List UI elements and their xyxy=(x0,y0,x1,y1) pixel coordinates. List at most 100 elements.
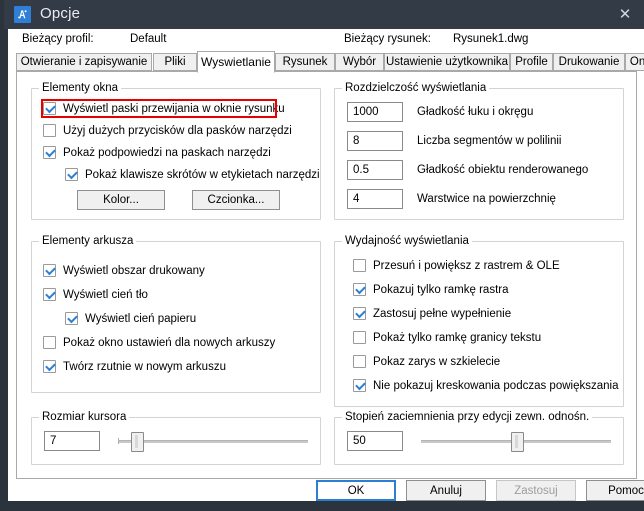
tab-online[interactable]: Online xyxy=(625,53,644,71)
tab-ustawienie-uzytkownika[interactable]: Ustawienie użytkownika xyxy=(384,53,510,71)
checkbox-label: Pokaż podpowiedzi na paskach narzędzi xyxy=(63,146,271,159)
dialog-footer: OK Anuluj Zastosuj Pomoc xyxy=(8,479,644,501)
checkbox-pan-zoom-with-raster-ole[interactable]: Przesuń i powiększ z rastrem & OLE xyxy=(353,259,560,272)
checkbox-draw-hatch-while-zooming[interactable]: Nie pokazuj kreskowania podczas powiększ… xyxy=(353,379,618,392)
checkbox-box[interactable] xyxy=(353,379,366,392)
rendered-object-smoothness-label: Gładkość obiektu renderowanego xyxy=(417,164,589,176)
checkbox-box[interactable] xyxy=(43,124,56,137)
checkbox-label: Wyświetl cień papieru xyxy=(85,312,197,325)
slider-thumb[interactable] xyxy=(131,432,144,452)
checkbox-display-background-shadow[interactable]: Wyświetl cień tło xyxy=(43,288,148,301)
checkbox-box[interactable] xyxy=(43,264,56,277)
group-display-resolution: Rozdzielczość wyświetlania 1000 Gładkość… xyxy=(334,82,624,220)
color-button[interactable]: Kolor... xyxy=(77,190,165,210)
title-bar: Opcje ✕ xyxy=(4,0,644,29)
slider-thumb[interactable] xyxy=(511,432,524,452)
tab-profile[interactable]: Profile xyxy=(510,53,553,71)
apply-button: Zastosuj xyxy=(496,480,576,501)
checkbox-label: Nie pokazuj kreskowania podczas powiększ… xyxy=(373,379,619,392)
rendered-object-smoothness-input[interactable]: 0.5 xyxy=(347,160,403,180)
polyline-segments-label: Liczba segmentów w polilinii xyxy=(417,135,562,147)
slider-min-tick xyxy=(118,438,119,444)
checkbox-show-tooltips[interactable]: Pokaż podpowiedzi na paskach narzędzi xyxy=(43,146,271,159)
font-button[interactable]: Czcionka... xyxy=(192,190,280,210)
checkbox-apply-solid-fill[interactable]: Zastosuj pełne wypełnienie xyxy=(353,307,511,320)
close-icon[interactable]: ✕ xyxy=(602,0,644,29)
arc-circle-smoothness-label: Gładkość łuku i okręgu xyxy=(417,106,534,118)
checkbox-show-shortcut-keys[interactable]: Pokaż klawisze skrótów w etykietach narz… xyxy=(65,168,320,181)
checkbox-display-paper-shadow[interactable]: Wyświetl cień papieru xyxy=(65,312,196,325)
fade-control-input[interactable]: 50 xyxy=(347,431,403,451)
checkbox-box[interactable] xyxy=(43,102,56,115)
checkbox-show-page-setup-for-new-layouts[interactable]: Pokaż okno ustawień dla nowych arkuszy xyxy=(43,336,275,349)
group-window-elements: Elementy okna Wyświetl paski przewijania… xyxy=(31,82,321,220)
checkbox-large-toolbar-buttons[interactable]: Użyj dużych przycisków dla pasków narzęd… xyxy=(43,124,292,137)
checkbox-raster-frame-only[interactable]: Pokazuj tylko ramkę rastra xyxy=(353,283,509,296)
checkbox-label: Wyświetl paski przewijania w oknie rysun… xyxy=(63,102,285,115)
checkbox-box[interactable] xyxy=(353,283,366,296)
checkbox-box[interactable] xyxy=(65,312,78,325)
tab-drukowanie[interactable]: Drukowanie xyxy=(553,53,625,71)
group-window-elements-legend: Elementy okna xyxy=(39,82,122,94)
checkbox-box[interactable] xyxy=(43,288,56,301)
crosshair-size-slider[interactable] xyxy=(118,432,308,452)
checkbox-text-boundary-frame-only[interactable]: Pokaż tylko ramkę granicy tekstu xyxy=(353,331,541,344)
polyline-segments-input[interactable]: 8 xyxy=(347,131,403,151)
checkbox-display-printable-area[interactable]: Wyświetl obszar drukowany xyxy=(43,264,205,277)
checkbox-box[interactable] xyxy=(43,360,56,373)
group-crosshair-size: Rozmiar kursora 7 xyxy=(31,411,321,465)
checkbox-box[interactable] xyxy=(353,259,366,272)
options-dialog-window: Opcje ✕ Bieżący profil: Default Bieżący … xyxy=(0,0,644,511)
current-drawing-value: Rysunek1.dwg xyxy=(453,33,529,45)
checkbox-show-silhouettes-wireframe[interactable]: Pokaz zarys w szkielecie xyxy=(353,355,500,368)
tab-wyswietlanie[interactable]: Wyswietlanie xyxy=(197,51,275,73)
tab-wybor[interactable]: Wybór xyxy=(335,53,384,71)
dialog-client-area: Bieżący profil: Default Bieżący rysunek:… xyxy=(8,29,644,501)
checkbox-box[interactable] xyxy=(65,168,78,181)
checkbox-create-viewport-in-new-layout[interactable]: Twórz rzutnie w nowym arkuszu xyxy=(43,360,226,373)
current-drawing-label: Bieżący rysunek: xyxy=(344,33,431,45)
tab-rysunek[interactable]: Rysunek xyxy=(275,53,335,71)
checkbox-box[interactable] xyxy=(353,331,366,344)
checkbox-label: Zastosuj pełne wypełnienie xyxy=(373,307,512,320)
fade-control-slider[interactable] xyxy=(421,432,611,452)
surface-contour-lines-input[interactable]: 4 xyxy=(347,189,403,209)
crosshair-size-input[interactable]: 7 xyxy=(44,431,100,451)
checkbox-label: Pokaż okno ustawień dla nowych arkuszy xyxy=(63,336,276,349)
help-button[interactable]: Pomoc xyxy=(586,480,644,501)
current-profile-label: Bieżący profil: xyxy=(22,33,94,45)
ok-button[interactable]: OK xyxy=(316,480,396,501)
checkbox-label: Użyj dużych przycisków dla pasków narzęd… xyxy=(63,124,292,137)
group-display-resolution-legend: Rozdzielczość wyświetlania xyxy=(342,82,490,94)
tab-otwieranie-i-zapisywanie[interactable]: Otwieranie i zapisywanie xyxy=(16,53,152,71)
checkbox-label: Pokaż tylko ramkę granicy tekstu xyxy=(373,331,542,344)
tab-pliki[interactable]: Pliki xyxy=(153,53,197,71)
checkbox-label: Przesuń i powiększ z rastrem & OLE xyxy=(373,259,560,272)
current-profile-value: Default xyxy=(130,33,167,45)
cancel-button[interactable]: Anuluj xyxy=(406,480,486,501)
slider-track xyxy=(118,440,308,443)
checkbox-label: Pokaz zarys w szkielecie xyxy=(373,355,501,368)
checkbox-label: Wyświetl obszar drukowany xyxy=(63,264,205,277)
group-display-performance-legend: Wydajność wyświetlania xyxy=(342,235,472,247)
group-fade-control-legend: Stopień zaciemnienia przy edycji zewn. o… xyxy=(342,411,593,423)
checkbox-display-scrollbars[interactable]: Wyświetl paski przewijania w oknie rysun… xyxy=(43,102,285,115)
checkbox-label: Twórz rzutnie w nowym arkuszu xyxy=(63,360,226,373)
cad-app-icon xyxy=(14,6,31,23)
checkbox-label: Pokaż klawisze skrótów w etykietach narz… xyxy=(85,168,320,181)
group-crosshair-size-legend: Rozmiar kursora xyxy=(39,411,130,423)
surface-contour-lines-label: Warstwice na powierzchnię xyxy=(417,193,556,205)
window-title: Opcje xyxy=(40,5,81,22)
checkbox-label: Pokazuj tylko ramkę rastra xyxy=(373,283,509,296)
display-tab-panel: Elementy okna Wyświetl paski przewijania… xyxy=(16,71,637,479)
group-layout-elements: Elementy arkusza Wyświetl obszar drukowa… xyxy=(31,235,321,393)
group-fade-control: Stopień zaciemnienia przy edycji zewn. o… xyxy=(334,411,624,465)
checkbox-box[interactable] xyxy=(43,146,56,159)
checkbox-box[interactable] xyxy=(353,307,366,320)
checkbox-label: Wyświetl cień tło xyxy=(63,288,148,301)
checkbox-box[interactable] xyxy=(353,355,366,368)
group-display-performance: Wydajność wyświetlania Przesuń i powięks… xyxy=(334,235,624,407)
group-layout-elements-legend: Elementy arkusza xyxy=(39,235,137,247)
arc-circle-smoothness-input[interactable]: 1000 xyxy=(347,102,403,122)
checkbox-box[interactable] xyxy=(43,336,56,349)
